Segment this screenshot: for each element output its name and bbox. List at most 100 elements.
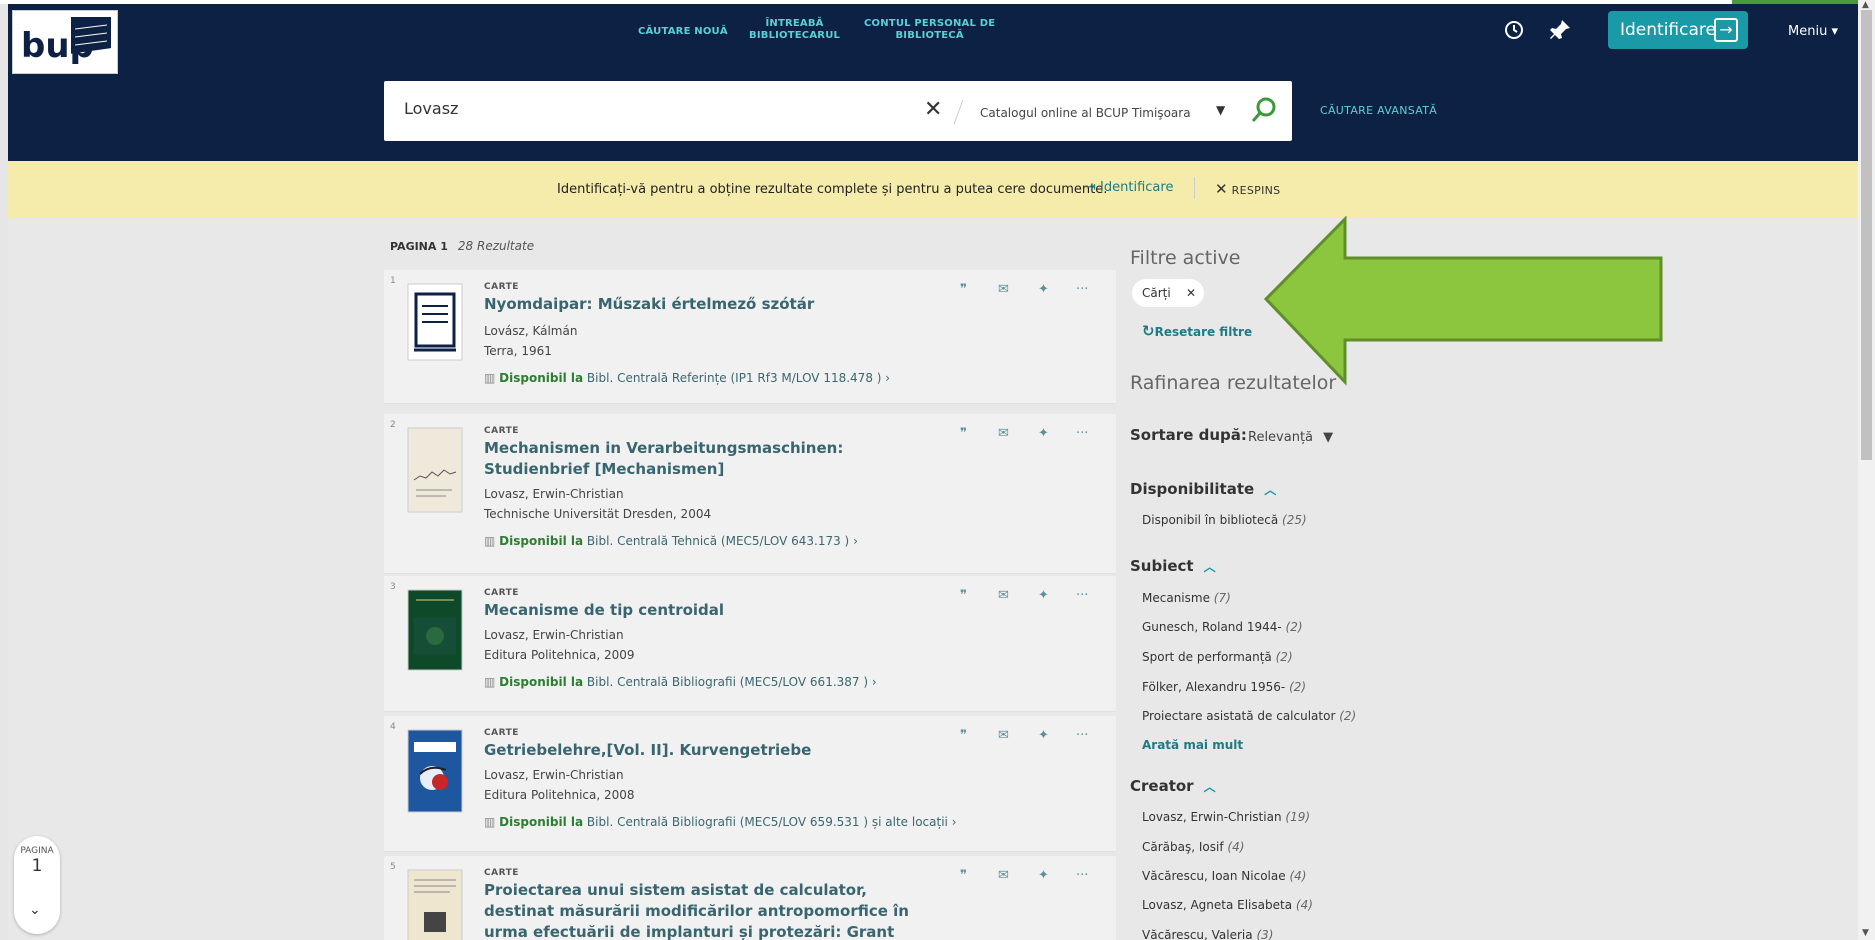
facet-item[interactable]: Disponibil în bibliotecă (25) — [1142, 513, 1307, 527]
search-icon[interactable] — [1250, 96, 1278, 124]
facet-item-count: 2 — [1293, 680, 1302, 694]
facet-item[interactable]: Lovasz, Agneta Elisabeta (4) — [1142, 898, 1313, 912]
result-type: CARTE — [484, 868, 519, 878]
facet-item[interactable]: Proiectare asistată de calculator (2) — [1142, 709, 1356, 723]
search-input[interactable]: Lovasz — [404, 99, 458, 118]
email-icon[interactable]: ✉ — [998, 868, 1009, 883]
scroll-down-icon[interactable]: ▼ — [1862, 928, 1869, 938]
history-icon[interactable] — [1502, 18, 1526, 42]
facet-item-label: Văcărescu, Valeria — [1142, 928, 1253, 940]
login-button[interactable]: Identificare → — [1608, 11, 1748, 49]
email-icon[interactable]: ✉ — [998, 588, 1009, 603]
page-indicator[interactable]: PAGINA 1 ⌄ — [14, 836, 60, 934]
reset-filters-button[interactable]: ↻Resetare filtre — [1142, 322, 1252, 340]
chevron-right-icon: › — [951, 815, 957, 829]
pin-icon[interactable]: ✦ — [1038, 588, 1049, 603]
result-title[interactable]: Getriebelehre,[Vol. II]. Kurvengetriebe — [484, 740, 944, 761]
scrollbar-thumb[interactable] — [1861, 10, 1872, 460]
search-scope-select[interactable]: Catalogul online al BCUP Timişoara — [980, 106, 1191, 120]
email-icon[interactable]: ✉ — [998, 728, 1009, 743]
scroll-up-icon[interactable]: ▲ — [1862, 0, 1869, 10]
email-icon[interactable]: ✉ — [998, 426, 1009, 441]
availability-location: Bibl. Centrală Tehnică (MEC5/LOV 643.173… — [586, 534, 850, 548]
show-more-link[interactable]: Arată mai mult — [1142, 738, 1243, 752]
more-icon[interactable]: ··· — [1076, 426, 1088, 441]
citation-icon[interactable]: ❞ — [960, 868, 967, 883]
facet-item[interactable]: Gunesch, Roland 1944- (2) — [1142, 620, 1303, 634]
result-availability[interactable]: ▥ Disponibil la Bibl. Centrală Tehnică (… — [484, 534, 858, 548]
book-availability-icon: ▥ — [484, 675, 496, 689]
facet-item[interactable]: Mecanisme (7) — [1142, 591, 1231, 605]
facet-subject-heading[interactable]: Subiect ︿ — [1130, 557, 1216, 575]
library-logo[interactable]: bup — [12, 10, 118, 74]
facet-availability-heading[interactable]: Disponibilitate ︿ — [1130, 480, 1276, 498]
result-availability[interactable]: ▥ Disponibil la Bibl. Centrală Bibliogra… — [484, 815, 957, 829]
result-title[interactable]: Nyomdaipar: Műszaki értelmező szótár — [484, 294, 944, 315]
banner-login-link[interactable]: ⇥ Identificare — [1085, 180, 1173, 195]
book-cover-image — [407, 729, 463, 813]
facet-item[interactable]: Lovasz, Erwin-Christian (19) — [1142, 810, 1310, 824]
nav-library-account[interactable]: CONTUL PERSONAL DE BIBLIOTECĂ — [864, 18, 995, 42]
login-button-label: Identificare — [1620, 20, 1716, 40]
facet-title: Subiect — [1130, 557, 1194, 575]
availability-extra: și alte locații — [871, 815, 948, 829]
result-title[interactable]: Proiectarea unui sistem asistat de calcu… — [484, 880, 924, 940]
result-card[interactable]: 3 CARTE Mecanisme de tip centroidal Lova… — [384, 576, 1116, 712]
chevron-down-icon[interactable]: ▼ — [1216, 103, 1225, 117]
citation-icon[interactable]: ❞ — [960, 282, 967, 297]
citation-icon[interactable]: ❞ — [960, 588, 967, 603]
reset-filters-label: Resetare filtre — [1154, 325, 1253, 339]
citation-icon[interactable]: ❞ — [960, 728, 967, 743]
more-icon[interactable]: ··· — [1076, 728, 1088, 743]
facet-item-label: Sport de performanță — [1142, 650, 1272, 664]
book-cover-icon — [407, 283, 463, 361]
menu-button[interactable]: Meniu ▾ — [1788, 24, 1838, 39]
nav-ask-librarian[interactable]: ÎNTREABĂ BIBLIOTECARUL — [749, 18, 840, 42]
result-title[interactable]: Mechanismen in Verarbeitungsmaschinen: S… — [484, 438, 924, 480]
facet-item[interactable]: Văcărescu, Ioan Nicolae (4) — [1142, 869, 1306, 883]
close-icon[interactable]: ✕ — [1186, 279, 1196, 307]
facet-item-label: Mecanisme — [1142, 591, 1210, 605]
pin-icon[interactable]: ✦ — [1038, 728, 1049, 743]
result-type: CARTE — [484, 426, 519, 436]
vertical-scrollbar[interactable]: ▲ ▼ — [1858, 0, 1875, 940]
banner-dismiss-button[interactable]: ✕ RESPINS — [1215, 180, 1280, 198]
pin-icon[interactable]: ✦ — [1038, 426, 1049, 441]
pin-icon[interactable]: ✦ — [1038, 282, 1049, 297]
facet-item[interactable]: Văcărescu, Valeria (3) — [1142, 928, 1273, 940]
more-icon[interactable]: ··· — [1076, 282, 1088, 297]
menu-label: Meniu — [1788, 24, 1828, 39]
pin-icon[interactable] — [1548, 18, 1572, 42]
chevron-right-icon: › — [853, 534, 858, 548]
result-card[interactable]: 1 CARTE Nyomdaipar: Műszaki értelmező sz… — [384, 270, 1116, 404]
result-card[interactable]: 4 CARTE Getriebelehre,[Vol. II]. Kurveng… — [384, 716, 1116, 852]
result-card[interactable]: 5 CARTE Proiectarea unui sistem asistat … — [384, 856, 1116, 940]
nav-new-search[interactable]: CĂUTARE NOUĂ — [638, 26, 728, 38]
result-title[interactable]: Mecanisme de tip centroidal — [484, 600, 944, 621]
advanced-search-link[interactable]: CĂUTARE AVANSATĂ — [1320, 104, 1437, 117]
facet-item[interactable]: Cărăbaş, Iosif (4) — [1142, 840, 1244, 854]
book-availability-icon: ▥ — [484, 371, 496, 385]
more-icon[interactable]: ··· — [1076, 588, 1088, 603]
sort-select[interactable]: Relevanță ▼ — [1248, 430, 1333, 445]
facet-item[interactable]: Fölker, Alexandru 1956- (2) — [1142, 680, 1306, 694]
chevron-down-icon[interactable]: ⌄ — [29, 902, 41, 918]
filter-chip-label: Cărți — [1142, 286, 1171, 300]
email-icon[interactable]: ✉ — [998, 282, 1009, 297]
availability-status: Disponibil la — [499, 534, 584, 548]
active-filter-chip[interactable]: Cărți ✕ — [1132, 279, 1204, 307]
result-availability[interactable]: ▥ Disponibil la Bibl. Centrală Bibliogra… — [484, 675, 877, 689]
more-icon[interactable]: ··· — [1076, 868, 1088, 883]
citation-icon[interactable]: ❞ — [960, 426, 967, 441]
result-availability[interactable]: ▥ Disponibil la Bibl. Centrală Referințe… — [484, 371, 890, 385]
banner-message: Identificați-vă pentru a obține rezultat… — [557, 182, 1108, 197]
pin-icon[interactable]: ✦ — [1038, 868, 1049, 883]
clear-icon[interactable]: ✕ — [924, 97, 942, 122]
result-actions: ❞ ✉ ✦ ··· — [960, 282, 1100, 298]
facet-creator-heading[interactable]: Creator ︿ — [1130, 777, 1216, 795]
book-cover-image — [407, 869, 463, 940]
facet-item[interactable]: Sport de performanță (2) — [1142, 650, 1293, 664]
result-author: Lovász, Kálmán — [484, 324, 578, 338]
result-card[interactable]: 2 CARTE Mechanismen in Verarbeitungsmasc… — [384, 414, 1116, 574]
sort-label: Sortare după: — [1130, 426, 1247, 444]
